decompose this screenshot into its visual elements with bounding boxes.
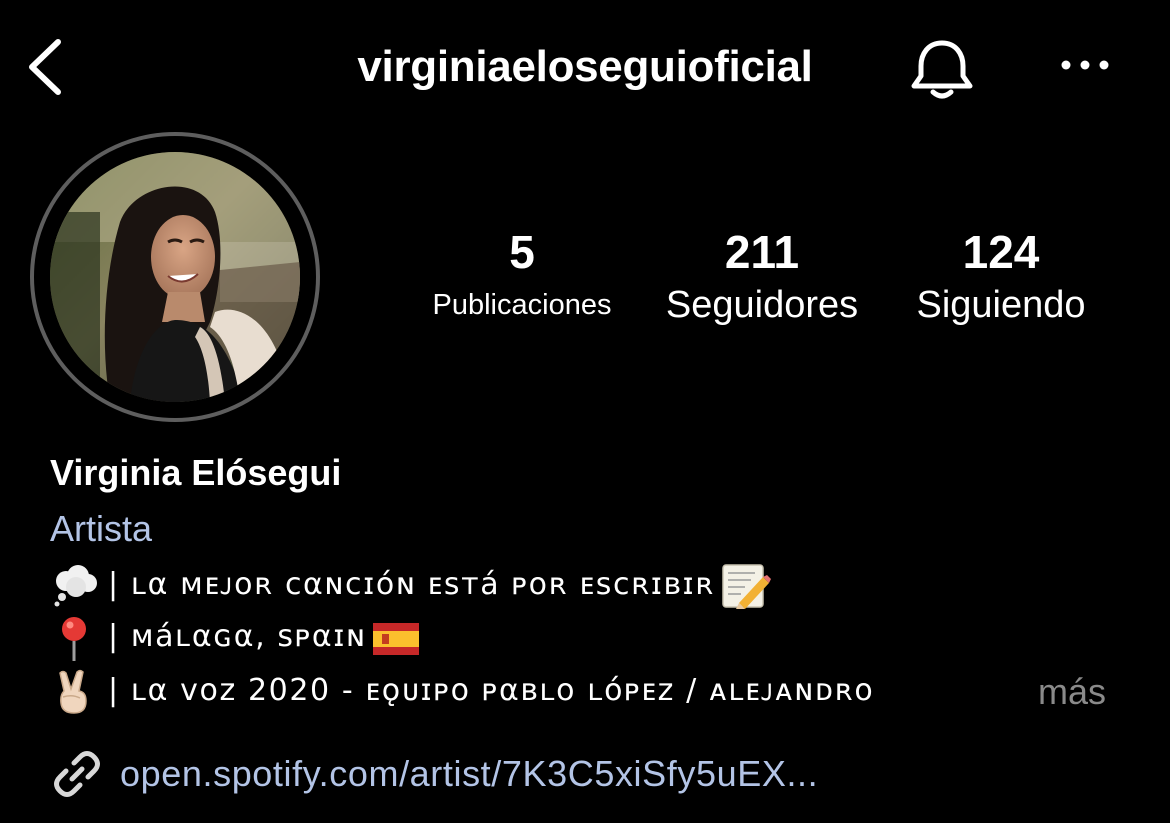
bio-line-text: | ᴍáʟαɢα, sᴘαɪɴ — [108, 619, 367, 654]
followers-stat[interactable]: 211 Seguidores — [642, 224, 882, 330]
avatar-photo — [50, 152, 300, 402]
following-count: 124 — [962, 226, 1040, 278]
bio-more-link[interactable]: más — [1038, 667, 1106, 717]
avatar[interactable] — [50, 152, 300, 402]
profile-screen: virginiaeloseguioficial 5 Publicaciones … — [0, 0, 1170, 823]
profile-display-name: Virginia Elósegui — [50, 452, 342, 493]
posts-stat[interactable]: 5 Publicaciones — [404, 224, 640, 330]
following-label: Siguiendo — [916, 284, 1086, 326]
memo-icon — [719, 563, 771, 609]
spain-flag-icon — [371, 615, 423, 661]
notifications-bell-button[interactable] — [904, 36, 980, 102]
followers-count: 211 — [724, 226, 800, 278]
following-stat[interactable]: 124 Siguiendo — [892, 224, 1110, 330]
followers-label: Seguidores — [665, 284, 859, 326]
ellipsis-icon — [1061, 60, 1109, 70]
profile-username-title: virginiaeloseguioficial — [357, 42, 813, 91]
bio-line: | ᴍáʟαɢα, sᴘαɪɴ — [50, 612, 423, 662]
round-pushpin-icon — [50, 615, 102, 661]
thought-balloon-icon — [50, 563, 102, 609]
bio-line: | ʟα ᴍᴇᴊᴏʀ ᴄαɴᴄɪóɴ ᴇsтá ᴘᴏʀ ᴇsᴄʀɪʙɪʀ — [50, 560, 771, 610]
profile-category: Artista — [50, 508, 153, 549]
link-icon — [54, 751, 100, 797]
bell-icon — [911, 40, 973, 99]
profile-external-link[interactable]: open.spotify.com/artist/7K3C5xiSfy5uEX..… — [50, 748, 818, 800]
victory-hand-icon — [50, 669, 102, 715]
profile-link-text: open.spotify.com/artist/7K3C5xiSfy5uEX..… — [120, 753, 819, 794]
more-options-button[interactable] — [1054, 50, 1116, 80]
posts-count: 5 — [509, 226, 535, 278]
bio-line: | ʟα ᴠᴏᴢ 2020 - ᴇǫᴜɪᴘᴏ ᴘαʙʟᴏ ʟóᴘᴇᴢ / ᴀʟᴇ… — [50, 666, 874, 716]
bio-line-text: | ʟα ᴍᴇᴊᴏʀ ᴄαɴᴄɪóɴ ᴇsтá ᴘᴏʀ ᴇsᴄʀɪʙɪʀ — [108, 567, 715, 602]
bio-line-text: | ʟα ᴠᴏᴢ 2020 - ᴇǫᴜɪᴘᴏ ᴘαʙʟᴏ ʟóᴘᴇᴢ / ᴀʟᴇ… — [108, 673, 875, 708]
posts-label: Publicaciones — [432, 289, 612, 321]
